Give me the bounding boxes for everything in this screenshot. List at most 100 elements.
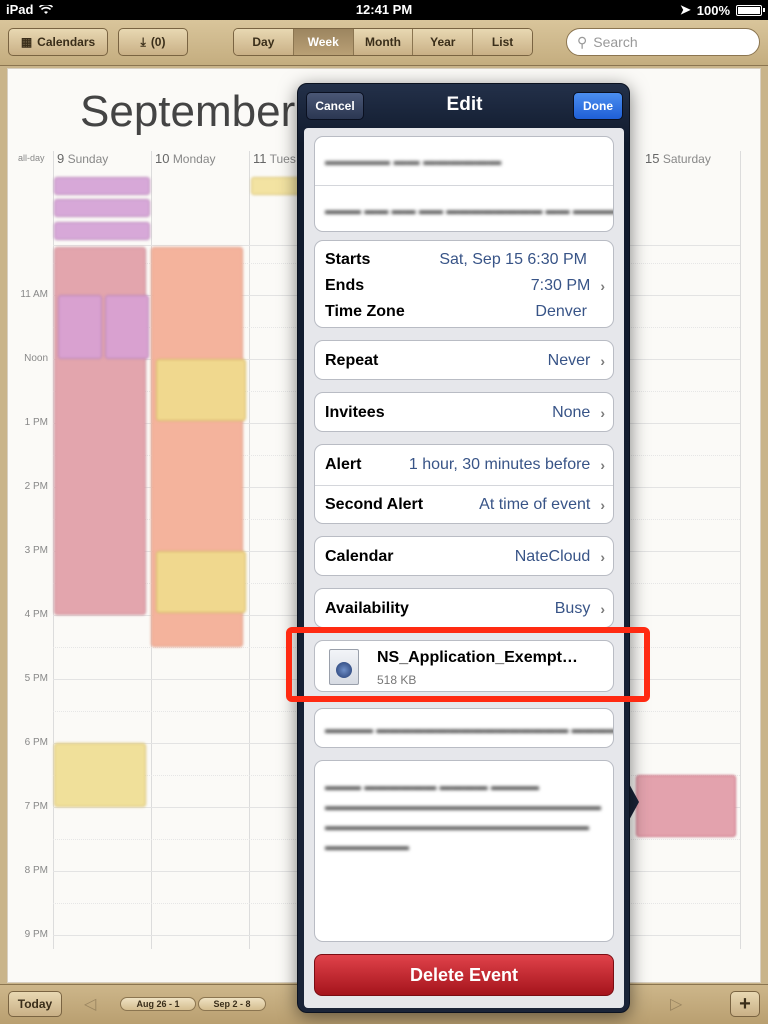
calendar-value: NateCloud [514,548,591,565]
calendars-button[interactable]: ▦ Calendars [8,28,108,56]
search-input[interactable]: ⚲ Search [566,28,760,56]
title-location-card: ▬▬▬▬▬ ▬▬ ▬▬▬▬▬▬ ▬▬▬ ▬▬ ▬▬ ▬▬ ▬▬▬▬▬▬▬▬ ▬▬… [314,136,614,232]
inbox-button[interactable]: ⤓ (0) [118,28,188,56]
hour-label: 3 PM [24,545,48,556]
calendar-event[interactable] [156,359,246,421]
calendar-event[interactable] [54,199,150,217]
calendar-grid-icon: ▦ [20,35,33,49]
hour-label: 6 PM [24,737,48,748]
ends-row: Ends 7:30 PM › [315,273,613,299]
grid-line [740,151,741,949]
selected-event[interactable] [636,775,736,837]
day-name: Tues [269,152,296,166]
popover-header: Cancel Edit Done [298,84,631,126]
hour-label: 1 PM [24,417,48,428]
calendar-event[interactable] [58,295,102,359]
day-num: 15 [645,151,660,166]
alert-row[interactable]: Alert 1 hour, 30 minutes before › [315,445,613,485]
chevron-right-icon: › [600,278,605,294]
availability-label: Availability [325,600,409,617]
invitees-label: Invitees [325,404,385,421]
timezone-value: Denver [535,303,587,320]
day-name: Monday [172,152,216,166]
invitees-row[interactable]: Invitees None › [314,392,614,432]
today-button[interactable]: Today [8,991,62,1017]
starts-label: Starts [325,251,371,268]
calendar-event[interactable] [54,177,150,195]
delete-event-button[interactable]: Delete Event [314,954,614,996]
done-button[interactable]: Done [573,92,623,120]
event-location-field[interactable]: ▬▬▬ ▬▬ ▬▬ ▬▬ ▬▬▬▬▬▬▬▬ ▬▬ ▬▬▬▬ [315,186,613,231]
calendar-event[interactable] [54,743,146,807]
tab-month[interactable]: Month [353,29,414,55]
hour-label: 2 PM [24,481,48,492]
hour-label: 9 PM [24,929,48,940]
week-pill[interactable]: Aug 26 - 1 [120,997,196,1011]
starts-value: Sat, Sep 15 6:30 PM [439,251,587,268]
day-num: 9 [57,151,65,166]
calendar-event[interactable] [156,551,246,613]
repeat-value: Never [547,352,591,369]
inbox-count: (0) [150,35,166,49]
hour-label: 5 PM [24,673,48,684]
view-switcher: Day Week Month Year List [233,28,533,56]
timezone-label: Time Zone [325,303,405,320]
popover-body: ▬▬▬▬▬ ▬▬ ▬▬▬▬▬▬ ▬▬▬ ▬▬ ▬▬ ▬▬ ▬▬▬▬▬▬▬▬ ▬▬… [304,128,624,1008]
grid-line [249,151,250,949]
day-num: 11 [253,151,267,166]
ends-value: 7:30 PM [530,277,591,294]
tab-week[interactable]: Week [293,29,354,55]
tab-year[interactable]: Year [413,29,474,55]
hour-label: 11 AM [20,289,48,300]
chevron-right-icon: › [600,497,605,513]
calendar-label: Calendar [325,548,394,565]
notes-field[interactable]: ▬▬▬ ▬▬▬▬▬▬ ▬▬▬▬ ▬▬▬▬ ▬▬▬▬▬▬▬▬▬▬▬▬▬▬▬▬▬▬▬… [314,760,614,942]
event-title-field[interactable]: ▬▬▬▬▬ ▬▬ ▬▬▬▬▬▬ [315,137,613,185]
day-header-monday[interactable]: 10 Monday [155,151,216,166]
alert-label: Alert [325,456,362,473]
allday-label: all-day [18,153,45,163]
chevron-right-icon: › [600,353,605,369]
second-alert-row[interactable]: Second Alert At time of event › [315,485,613,523]
calendar-toolbar: ▦ Calendars ⤓ (0) Day Week Month Year Li… [0,20,768,66]
search-icon: ⚲ [577,33,588,50]
download-icon: ⤓ [140,34,146,49]
url-field[interactable]: ▬▬▬▬ ▬▬▬▬▬▬▬▬▬▬▬▬▬▬▬▬ ▬▬▬▬ [314,708,614,748]
repeat-row[interactable]: Repeat Never › [314,340,614,380]
calendar-event[interactable] [105,295,149,359]
invitees-value: None [552,404,591,421]
calendar-event[interactable] [251,177,303,195]
availability-row[interactable]: Availability Busy › [314,588,614,628]
week-pill[interactable]: Sep 2 - 8 [198,997,266,1011]
availability-value: Busy [554,600,591,617]
hour-label: Noon [24,353,48,364]
time-card[interactable]: Starts Sat, Sep 15 6:30 PM Ends 7:30 PM … [314,240,614,328]
hour-label: 8 PM [24,865,48,876]
day-header-sunday[interactable]: 9 Sunday [57,151,108,166]
chevron-right-icon: › [600,405,605,421]
battery-percent: 100% [696,2,730,18]
calendar-row[interactable]: Calendar NateCloud › [314,536,614,576]
previous-arrow-icon[interactable]: ◁ [84,994,96,1014]
alert-value: 1 hour, 30 minutes before [408,456,591,473]
chevron-right-icon: › [600,457,605,473]
calendar-event[interactable] [54,222,150,240]
second-alert-value: At time of event [479,496,591,513]
second-alert-label: Second Alert [325,496,424,513]
ends-label: Ends [325,277,365,294]
hour-label: 7 PM [24,801,48,812]
alerts-card: Alert 1 hour, 30 minutes before › Second… [314,444,614,524]
tab-list[interactable]: List [473,29,532,55]
repeat-label: Repeat [325,352,379,369]
day-header-saturday[interactable]: 15 Saturday [645,151,711,166]
add-event-button[interactable]: + [730,991,760,1017]
highlight-box [286,627,650,702]
day-header-tuesday[interactable]: 11 Tues [253,151,296,166]
tab-day[interactable]: Day [234,29,294,55]
day-name: Saturday [662,152,711,166]
day-num: 10 [155,151,170,166]
month-title: September [80,87,296,136]
hour-label: 4 PM [24,609,48,620]
status-time: 12:41 PM [355,2,413,17]
next-arrow-icon[interactable]: ▷ [670,994,682,1014]
